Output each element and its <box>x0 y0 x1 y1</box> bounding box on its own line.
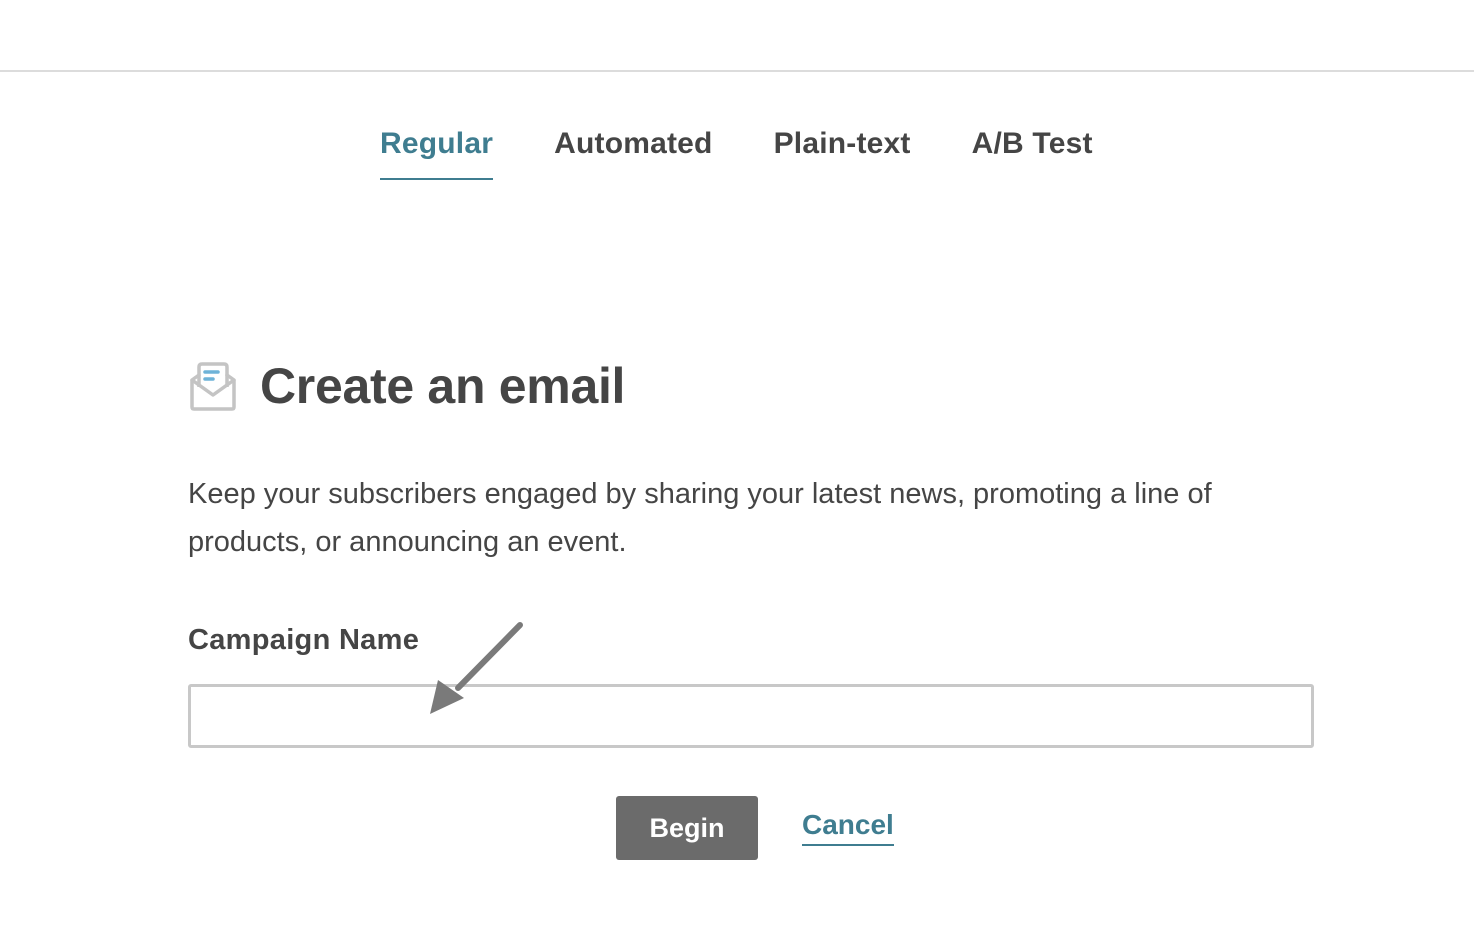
page-header: Create an email <box>188 356 625 416</box>
tab-ab-test[interactable]: A/B Test <box>972 124 1093 180</box>
tab-plain-text[interactable]: Plain-text <box>774 124 911 180</box>
campaign-type-tabs: Regular Automated Plain-text A/B Test <box>380 124 1093 180</box>
page: Regular Automated Plain-text A/B Test Cr… <box>0 0 1474 940</box>
tab-regular[interactable]: Regular <box>380 124 494 180</box>
cancel-link[interactable]: Cancel <box>802 806 894 846</box>
tab-automated[interactable]: Automated <box>554 124 712 180</box>
page-description: Keep your subscribers engaged by sharing… <box>188 478 1212 558</box>
page-title: Create an email <box>260 358 626 414</box>
campaign-name-label: Campaign Name <box>188 624 420 656</box>
open-envelope-icon <box>190 362 236 411</box>
campaign-name-input[interactable] <box>188 684 1314 748</box>
top-bar <box>0 0 1474 72</box>
begin-button[interactable]: Begin <box>616 796 758 860</box>
